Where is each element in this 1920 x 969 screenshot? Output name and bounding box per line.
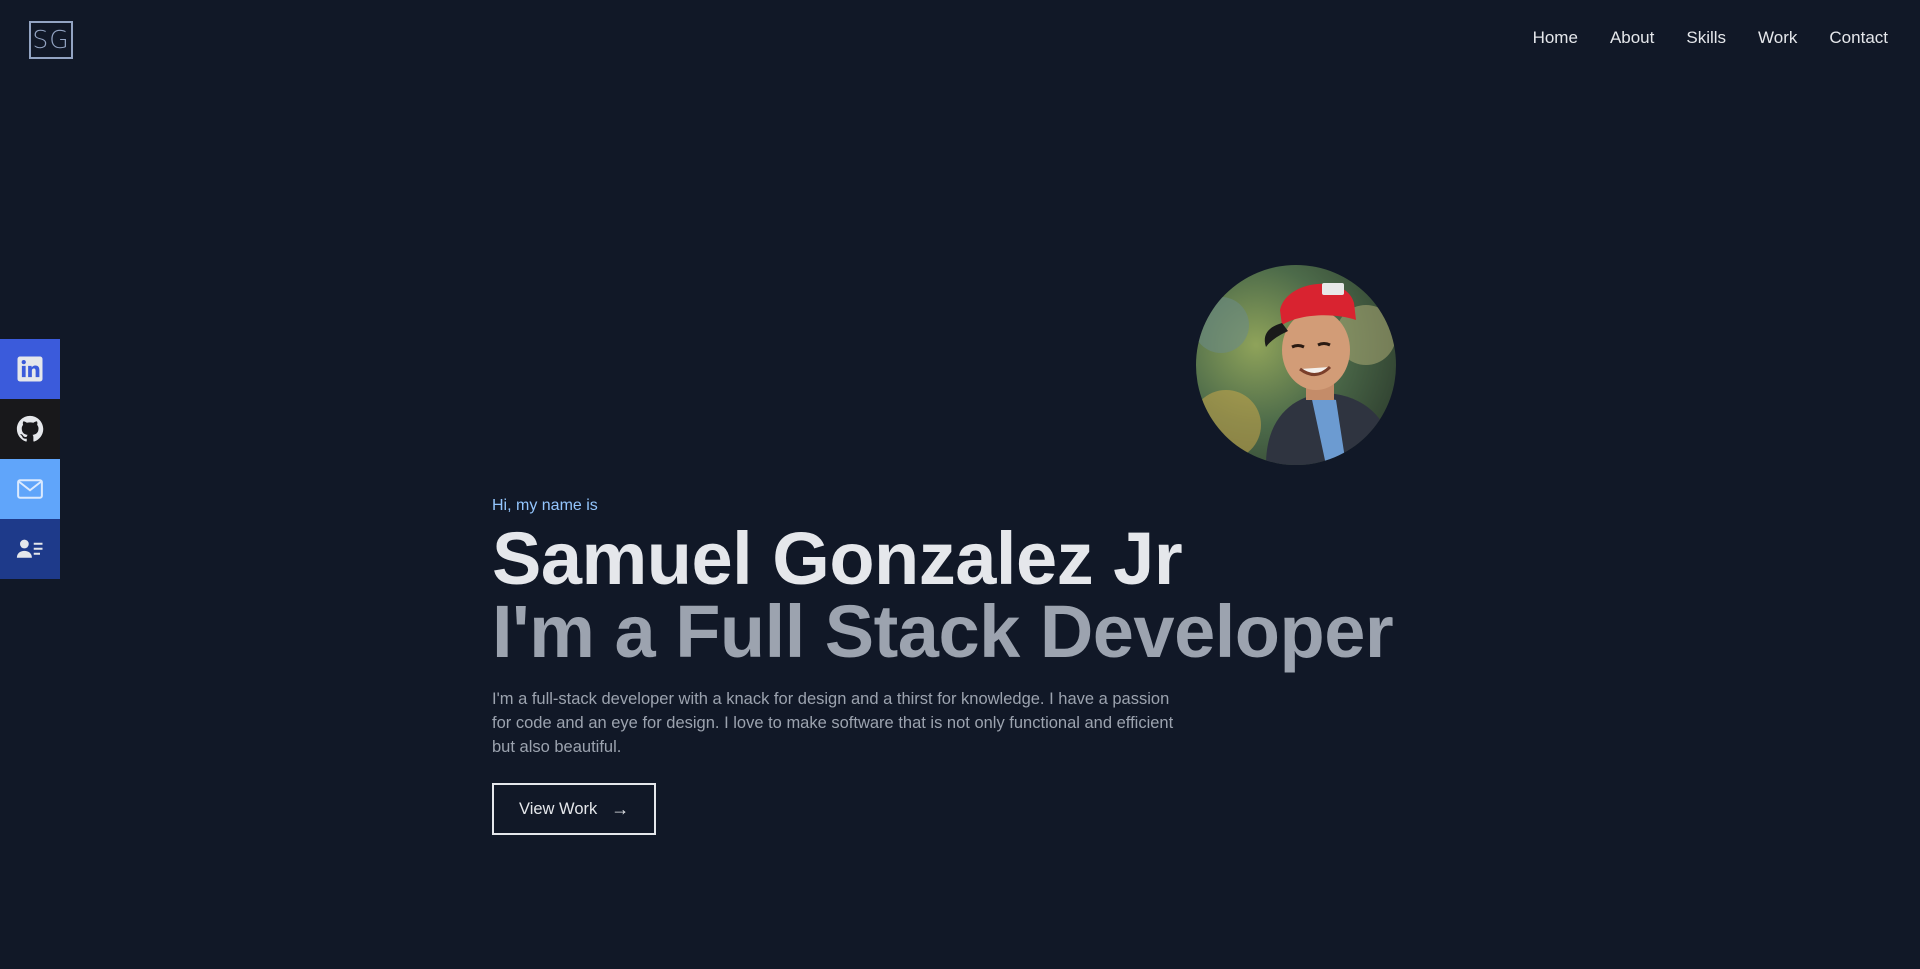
hero-section: Hi, my name is Samuel Gonzalez Jr I'm a … (492, 497, 1394, 835)
nav-link-contact[interactable]: Contact (1829, 28, 1888, 48)
view-work-label: View Work (519, 799, 598, 818)
github-icon (16, 415, 44, 442)
profile-photo-illustration (1196, 265, 1396, 465)
nav-link-skills[interactable]: Skills (1686, 28, 1726, 48)
linkedin-icon (17, 356, 43, 382)
nav-link-home[interactable]: Home (1533, 28, 1578, 48)
mail-icon (17, 479, 43, 499)
hero-description: I'm a full-stack developer with a knack … (492, 690, 1174, 756)
nav-link-work[interactable]: Work (1758, 28, 1797, 48)
linkedin-link[interactable] (0, 339, 60, 399)
social-links-sidebar (0, 339, 60, 579)
github-link[interactable] (0, 399, 60, 459)
hero-greeting: Hi, my name is (492, 497, 598, 514)
hero-role: I'm a Full Stack Developer (492, 590, 1394, 673)
nav-link-about[interactable]: About (1610, 28, 1654, 48)
resume-link[interactable] (0, 519, 60, 579)
profile-photo (1196, 265, 1396, 465)
arrow-right-icon: → (611, 798, 630, 819)
logo-text: SG (32, 25, 70, 54)
mail-link[interactable] (0, 459, 60, 519)
resume-icon (16, 539, 43, 558)
view-work-button[interactable]: View Work → (492, 783, 657, 835)
logo[interactable]: SG (29, 21, 73, 59)
hero-name: Samuel Gonzalez Jr (492, 517, 1183, 600)
main-nav: Home About Skills Work Contact (1533, 28, 1888, 48)
site-header: SG Home About Skills Work Contact (0, 0, 1920, 80)
